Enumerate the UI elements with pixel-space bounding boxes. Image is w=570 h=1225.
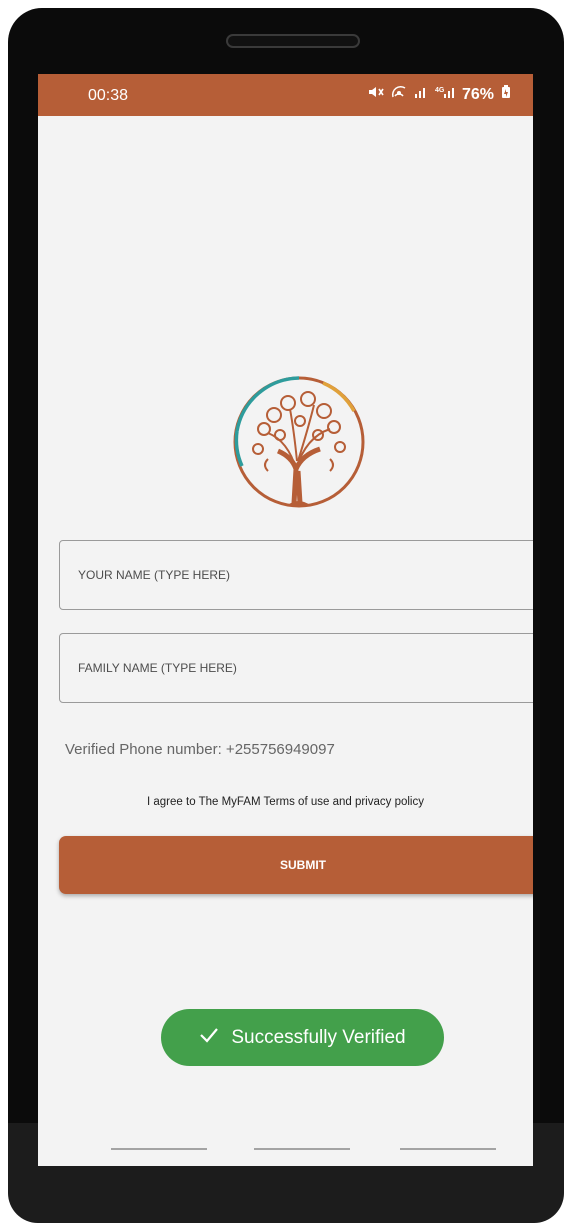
- app-screen: 00:38 4G 76% YOUR NAME (TYPE HERE) FAMIL…: [38, 74, 533, 1166]
- signal-4g-icon: 4G: [435, 85, 455, 104]
- terms-agreement-link[interactable]: I agree to The MyFAM Terms of use and pr…: [38, 796, 533, 808]
- myfam-tree-logo: [228, 371, 370, 513]
- submit-button[interactable]: SUBMIT: [59, 836, 533, 894]
- success-toast: Successfully Verified: [161, 1009, 444, 1066]
- status-time: 00:38: [88, 87, 129, 104]
- system-nav-bar: [38, 1144, 533, 1154]
- nav-back-button[interactable]: [400, 1148, 496, 1150]
- hotspot-icon: [391, 85, 407, 104]
- verified-phone-text: Verified Phone number: +255756949097: [65, 741, 335, 758]
- signal-icon: [414, 85, 428, 104]
- your-name-input[interactable]: [60, 541, 533, 609]
- family-name-field[interactable]: [59, 633, 533, 703]
- battery-level: 76%: [461, 85, 494, 103]
- toast-text: Successfully Verified: [231, 1026, 406, 1048]
- mute-icon: [368, 85, 384, 104]
- status-icons: 4G 76%: [368, 85, 511, 104]
- nav-home-button[interactable]: [254, 1148, 350, 1150]
- check-icon: [199, 1026, 219, 1049]
- phone-speaker: [226, 34, 360, 48]
- phone-frame: 00:38 4G 76% YOUR NAME (TYPE HERE) FAMIL…: [8, 8, 564, 1223]
- your-name-field[interactable]: [59, 540, 533, 610]
- family-name-input[interactable]: [60, 634, 533, 702]
- nav-recents-button[interactable]: [111, 1148, 207, 1150]
- battery-icon: [501, 85, 511, 104]
- svg-text:4G: 4G: [435, 87, 445, 94]
- status-bar: 00:38 4G 76%: [38, 74, 533, 116]
